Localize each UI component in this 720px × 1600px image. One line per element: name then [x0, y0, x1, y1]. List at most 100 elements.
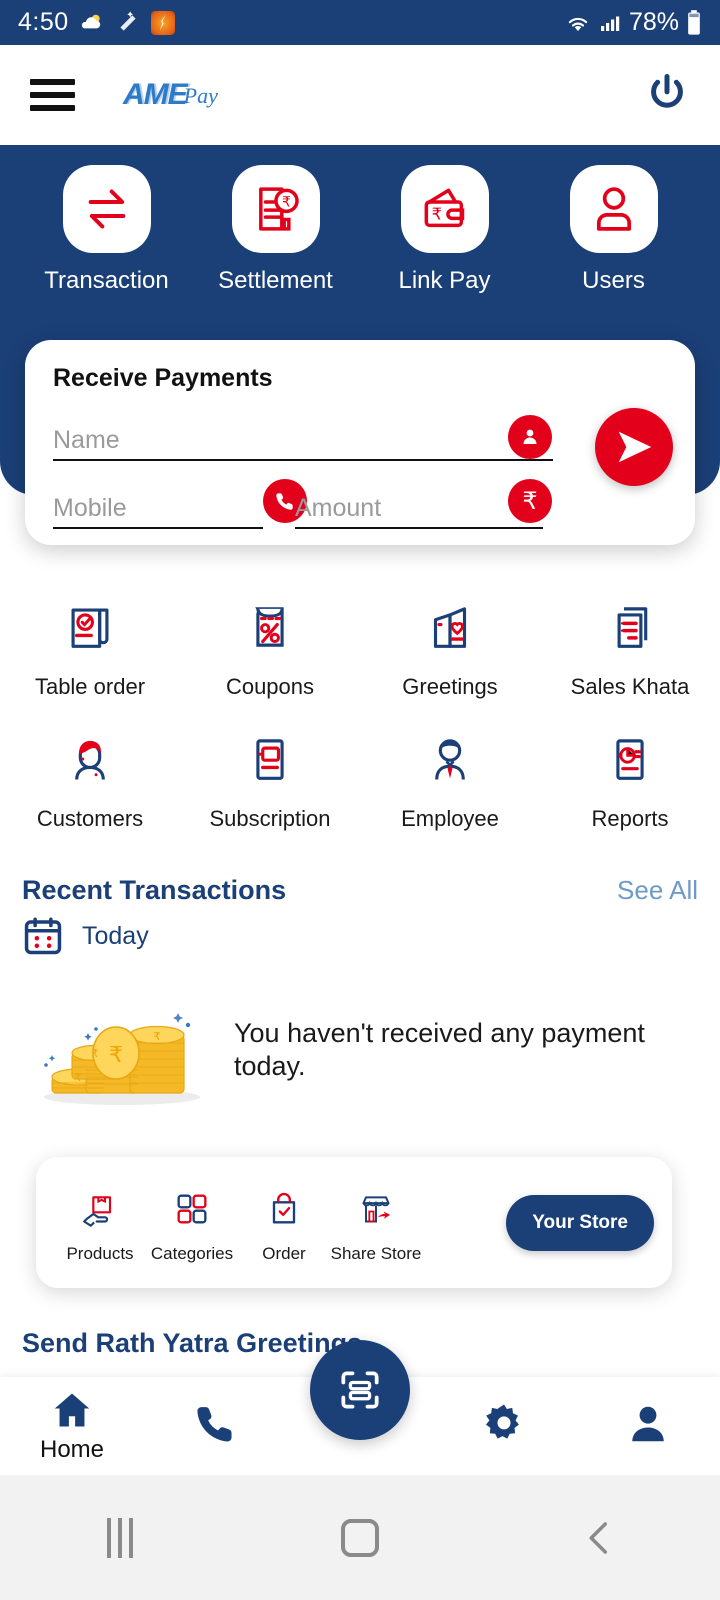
logo-text-pay: Pay	[183, 83, 218, 108]
mobile-input[interactable]	[53, 494, 263, 527]
svg-text:₹: ₹	[431, 205, 441, 224]
feature-greetings[interactable]: Greetings	[360, 588, 540, 700]
share-store-icon	[356, 1181, 396, 1237]
store-item-products[interactable]: Products	[54, 1181, 146, 1264]
quick-action-label: Link Pay	[398, 267, 491, 294]
receive-payments-title: Receive Payments	[53, 364, 273, 392]
feature-subscription[interactable]: Subscription	[180, 720, 360, 832]
app-header: AME Pay	[0, 45, 720, 145]
feature-coupons[interactable]: Coupons	[180, 588, 360, 700]
store-item-label: Order	[262, 1244, 306, 1263]
user-icon	[569, 165, 658, 253]
battery-percent: 78%	[628, 8, 679, 36]
back-chevron-icon[interactable]	[480, 1517, 720, 1559]
order-receipt-icon	[61, 588, 119, 666]
qr-scan-button[interactable]	[310, 1340, 410, 1440]
name-input[interactable]	[53, 426, 553, 459]
feature-grid: Table order Coupons Greetings Sales Khat…	[0, 588, 720, 832]
store-item-categories[interactable]: Categories	[146, 1181, 238, 1264]
quick-action-users[interactable]: Users	[546, 165, 682, 295]
phone-icon	[197, 1407, 232, 1442]
feature-label: Sales Khata	[570, 674, 690, 699]
quick-action-label: Settlement	[218, 267, 333, 294]
power-icon[interactable]	[644, 70, 690, 121]
coins-stack-illustration: ₹ ₹ ₹ ₹	[30, 995, 220, 1105]
today-row: Today	[22, 915, 149, 957]
transfer-arrows-icon	[62, 165, 151, 253]
rupee-icon[interactable]: ₹	[508, 479, 552, 523]
quick-action-transaction[interactable]: Transaction	[39, 165, 175, 295]
svg-text:₹: ₹	[109, 1043, 123, 1068]
magic-wand-icon	[120, 10, 136, 31]
battery-icon	[688, 9, 700, 35]
employee-tie-icon	[421, 720, 479, 798]
see-all-link[interactable]: See All	[617, 875, 698, 906]
name-field-wrap	[53, 415, 553, 461]
svg-text:₹: ₹	[154, 1030, 161, 1043]
ledger-pages-icon	[601, 588, 659, 666]
greeting-card-heart-icon	[421, 588, 479, 666]
feature-sales-khata[interactable]: Sales Khata	[540, 588, 720, 700]
status-bar-left: 4:50	[18, 8, 175, 37]
store-item-label: Products	[66, 1244, 134, 1263]
quick-action-settlement[interactable]: ₹ Settlement	[208, 165, 344, 295]
quick-action-link-pay[interactable]: ₹ Link Pay	[377, 165, 513, 295]
status-time: 4:50	[18, 8, 69, 36]
quick-action-label: Users	[582, 267, 645, 294]
mobile-amount-row: ₹	[53, 479, 667, 529]
name-row	[53, 415, 667, 461]
settings-gear-icon	[485, 1404, 519, 1439]
recents-icon[interactable]	[0, 1517, 240, 1558]
quick-action-label: Transaction	[44, 267, 169, 294]
feature-label: Employee	[401, 806, 499, 831]
feature-table-order[interactable]: Table order	[0, 588, 180, 700]
store-item-order[interactable]: Order	[238, 1181, 330, 1264]
wifi-icon	[568, 17, 588, 31]
feature-label: Coupons	[225, 674, 315, 699]
calendar-icon	[24, 917, 62, 955]
bottom-nav-settings[interactable]	[432, 1401, 576, 1451]
feature-label: Reports	[591, 806, 669, 831]
empty-state: ₹ ₹ ₹ ₹ You haven't received any payment…	[0, 995, 720, 1105]
amount-field-wrap	[295, 483, 543, 529]
store-toolbar-card: Products Categories Order Share Store Yo…	[36, 1157, 672, 1288]
contact-icon[interactable]	[508, 415, 552, 459]
categories-grid-icon	[172, 1181, 212, 1237]
amount-input[interactable]	[295, 494, 543, 527]
store-item-label: Share Store	[330, 1244, 422, 1263]
mobile-field-wrap	[53, 483, 263, 529]
pizza-app-icon	[150, 10, 175, 35]
report-chart-icon	[601, 720, 659, 798]
hamburger-menu-icon[interactable]	[30, 79, 75, 111]
subscription-card-icon	[241, 720, 299, 798]
feature-label: Customers	[36, 806, 144, 831]
feature-reports[interactable]: Reports	[540, 720, 720, 832]
empty-state-message: You haven't received any payment today.	[234, 1018, 645, 1081]
status-bar-right: 78%	[565, 8, 702, 37]
today-label: Today	[82, 921, 149, 950]
logo-text-ame: AME	[123, 78, 188, 111]
store-item-share-store[interactable]: Share Store	[330, 1181, 422, 1264]
send-arrow-icon[interactable]	[595, 408, 673, 486]
feature-employee[interactable]: Employee	[360, 720, 540, 832]
order-bag-check-icon	[264, 1181, 304, 1237]
your-store-button[interactable]: Your Store	[506, 1194, 654, 1251]
wallet-rupee-icon: ₹	[400, 165, 489, 253]
bottom-nav-call[interactable]	[144, 1401, 288, 1451]
home-icon	[54, 1393, 90, 1427]
home-square-icon[interactable]	[240, 1518, 480, 1557]
recent-transactions-title: Recent Transactions	[22, 875, 287, 905]
bottom-nav-home[interactable]: Home	[0, 1388, 144, 1464]
products-hand-box-icon	[80, 1181, 120, 1237]
app-screen: 4:50 78% AME Pay Transaction ₹ Settlemen…	[0, 0, 720, 1600]
bottom-nav-profile[interactable]	[576, 1401, 720, 1451]
recent-transactions-header: Recent Transactions See All	[0, 875, 720, 906]
bottom-nav-label: Home	[39, 1436, 105, 1463]
feature-label: Greetings	[402, 674, 498, 699]
greetings-section-title: Send Rath Yatra Greetings	[22, 1328, 363, 1358]
invoice-rupee-icon: ₹	[231, 165, 320, 253]
feature-customers[interactable]: Customers	[0, 720, 180, 832]
customer-person-icon	[61, 720, 119, 798]
coupon-percent-icon	[241, 588, 299, 666]
weather-icon	[81, 14, 100, 28]
